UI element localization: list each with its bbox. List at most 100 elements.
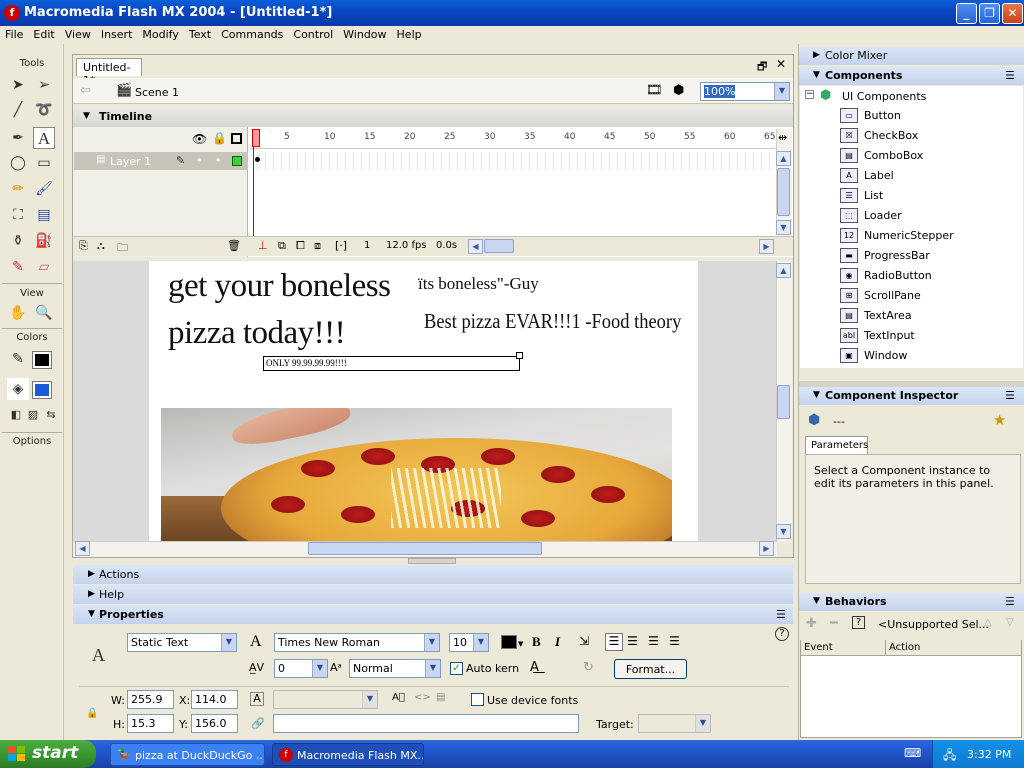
hand-tool-icon[interactable]: ✋ xyxy=(7,302,29,324)
width-field[interactable]: 255.9 xyxy=(127,690,174,709)
insert-folder-icon[interactable]: 🗀 xyxy=(117,239,128,258)
lock-icon[interactable]: 🔒 xyxy=(212,131,227,145)
components-header[interactable]: ▼ Components ☰ xyxy=(799,67,1024,85)
free-transform-tool-icon[interactable]: ⛶ xyxy=(7,204,29,226)
timeline-hscroll-thumb[interactable] xyxy=(484,239,514,253)
component-item[interactable]: ProgressBar xyxy=(864,249,930,262)
document-tab[interactable]: Untitled-1* xyxy=(76,58,142,87)
menu-control[interactable]: Control xyxy=(288,26,338,41)
italic-button[interactable]: I xyxy=(555,634,560,650)
scene-label[interactable]: Scene 1 xyxy=(135,86,179,99)
eraser-tool-icon[interactable]: ▱ xyxy=(33,256,55,278)
help-panel-header[interactable]: ▶ Help xyxy=(73,585,793,604)
fill-color-swatch[interactable] xyxy=(32,381,52,399)
auto-kern-checkbox[interactable]: ✓ xyxy=(450,662,463,675)
height-field[interactable]: 15.3 xyxy=(127,714,174,733)
lasso-tool-icon[interactable]: ➰ xyxy=(33,99,55,121)
edit-scene-icon[interactable]: 🎞 xyxy=(646,83,663,98)
lock-dot-icon[interactable]: • xyxy=(215,154,222,167)
restore-button[interactable]: ❐ xyxy=(979,3,1000,24)
show-hide-eye-icon[interactable]: 👁 xyxy=(192,132,207,146)
panel-splitter-handle[interactable] xyxy=(408,558,456,564)
component-item[interactable]: NumericStepper xyxy=(864,229,954,242)
taskbar-item-browser[interactable]: 🦆 pizza at DuckDuckGo ... xyxy=(110,743,265,766)
menu-window[interactable]: Window xyxy=(338,26,391,41)
review-text[interactable]: Best pizza EVAR!!!1 -Food theory xyxy=(424,309,681,334)
menu-help[interactable]: Help xyxy=(392,26,427,41)
menu-edit[interactable]: Edit xyxy=(28,26,59,41)
selectable-icon[interactable]: A⃞ xyxy=(392,692,405,703)
component-item[interactable]: TextInput xyxy=(864,329,915,342)
pizza-image[interactable] xyxy=(161,408,672,541)
move-up-icon[interactable]: △ xyxy=(984,617,992,628)
component-item[interactable]: TextArea xyxy=(864,309,912,322)
scroll-right-arrow-icon[interactable]: ▶ xyxy=(759,239,774,254)
insert-layer-icon[interactable]: ⎘ xyxy=(79,239,88,253)
menu-text[interactable]: Text xyxy=(184,26,216,41)
scroll-up-arrow-icon[interactable]: ▲ xyxy=(776,263,791,278)
zoom-select[interactable]: 100% ▼ xyxy=(700,82,790,101)
rectangle-tool-icon[interactable]: ▭ xyxy=(33,152,55,174)
ink-bottle-tool-icon[interactable]: ⚱ xyxy=(7,230,29,252)
component-item[interactable]: ComboBox xyxy=(864,149,923,162)
url-link-icon[interactable]: A͟ xyxy=(530,660,539,675)
align-right-icon[interactable]: ☰ xyxy=(648,634,659,648)
network-tray-icon[interactable]: 🖧 xyxy=(943,746,956,767)
help-icon[interactable]: ? xyxy=(775,627,789,641)
y-field[interactable]: 156.0 xyxy=(191,714,238,733)
quote-text[interactable]: ïts boneless"-Guy xyxy=(418,274,539,294)
timeline-header[interactable]: ▼ Timeline xyxy=(73,107,793,127)
scroll-right-arrow-icon[interactable]: ▶ xyxy=(759,541,774,556)
font-select[interactable]: Times New Roman ▼ xyxy=(274,633,440,652)
target-select[interactable]: ▼ xyxy=(638,714,711,733)
text-direction-icon[interactable]: ⇲ xyxy=(579,634,589,648)
stage-vscroll-thumb[interactable] xyxy=(777,385,790,419)
justify-icon[interactable]: ☰ xyxy=(669,634,680,648)
swap-colors-icon[interactable]: ⇆ xyxy=(40,404,62,426)
delete-layer-icon[interactable]: 🗑 xyxy=(227,239,241,252)
url-link-field[interactable] xyxy=(273,714,579,733)
add-motion-guide-icon[interactable]: ⛬ xyxy=(97,239,105,253)
layer-row[interactable]: ▤ Layer 1 ✎ • • xyxy=(74,152,248,170)
use-device-fonts-checkbox[interactable] xyxy=(471,693,484,706)
action-column-header[interactable]: Action xyxy=(886,640,1022,656)
document-restore-icon[interactable]: 🗗 xyxy=(757,58,767,77)
color-mixer-header[interactable]: ▶ Color Mixer xyxy=(799,47,1024,65)
edit-symbols-icon[interactable]: ⬢ xyxy=(673,83,684,98)
outline-icon[interactable] xyxy=(231,133,242,144)
scroll-left-arrow-icon[interactable]: ◀ xyxy=(468,239,483,254)
eyedropper-tool-icon[interactable]: ✎ xyxy=(7,256,29,278)
onion-skin-icon[interactable]: ⧉ xyxy=(278,239,286,253)
headline-line-1[interactable]: get your boneless xyxy=(168,268,391,305)
frame-rate-readout[interactable]: 12.0 fps xyxy=(386,240,427,251)
line-tool-icon[interactable]: ╱ xyxy=(7,99,29,121)
panel-menu-icon[interactable]: ☰ xyxy=(1005,595,1015,608)
back-arrow-icon[interactable]: ⇦ xyxy=(80,83,91,98)
scroll-up-arrow-icon[interactable]: ▲ xyxy=(776,151,791,166)
baseline-select[interactable]: Normal ▼ xyxy=(349,659,441,678)
oval-tool-icon[interactable]: ◯ xyxy=(7,152,29,174)
stroke-color-swatch[interactable] xyxy=(32,351,52,369)
format-button[interactable]: Format... xyxy=(614,659,687,679)
taskbar-item-flash[interactable]: f Macromedia Flash MX... xyxy=(272,743,424,766)
timeline-vscroll-thumb[interactable] xyxy=(777,168,790,216)
brush-tool-icon[interactable]: 🖌 xyxy=(33,178,55,200)
minimize-button[interactable]: _ xyxy=(956,3,977,24)
panel-menu-icon[interactable]: ☰ xyxy=(1005,389,1015,402)
component-item[interactable]: Window xyxy=(864,349,907,362)
component-item[interactable]: Loader xyxy=(864,209,902,222)
star-icon[interactable]: ★ xyxy=(993,411,1006,429)
document-close-icon[interactable]: ✕ xyxy=(776,57,786,71)
lock-proportions-icon[interactable]: 🔒 xyxy=(86,708,98,719)
move-down-icon[interactable]: ▽ xyxy=(1006,617,1014,628)
component-item[interactable]: ScrollPane xyxy=(864,289,921,302)
stroke-color-icon[interactable]: ✎ xyxy=(7,348,29,370)
menu-commands[interactable]: Commands xyxy=(216,26,288,41)
letter-spacing-field[interactable]: 0 ▼ xyxy=(274,659,328,678)
center-frame-icon[interactable]: ⊥ xyxy=(258,239,268,252)
scroll-down-arrow-icon[interactable]: ▼ xyxy=(776,220,791,235)
arrow-tool-icon[interactable]: ➤ xyxy=(7,74,29,96)
panel-menu-icon[interactable]: ☰ xyxy=(776,608,786,621)
layer-frames-row[interactable] xyxy=(250,152,775,170)
subselect-tool-icon[interactable]: ➢ xyxy=(33,74,55,96)
